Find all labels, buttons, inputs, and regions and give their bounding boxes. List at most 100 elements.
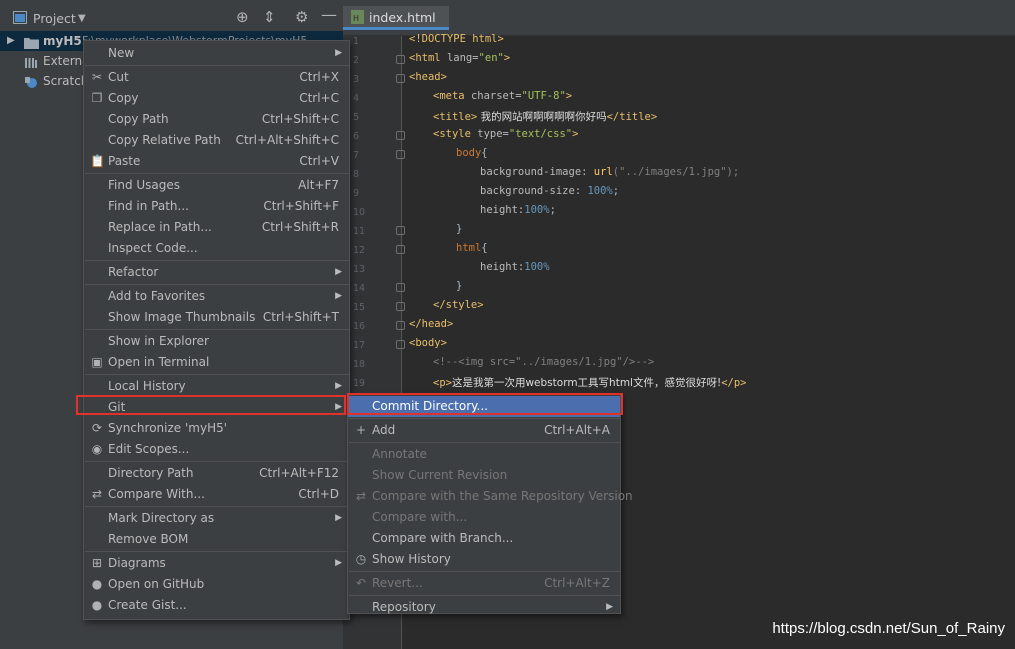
github-icon: ●	[91, 577, 103, 591]
menu-item-label: Show in Explorer	[108, 334, 209, 348]
code-token: }	[456, 223, 463, 235]
menu-item-add[interactable]: + Add Ctrl+Alt+A	[348, 420, 620, 441]
collapse-all-icon[interactable]: ⇕	[263, 10, 276, 25]
fold-marker-icon[interactable]	[396, 150, 405, 159]
fold-marker-icon[interactable]	[396, 340, 405, 349]
menu-item-find-usages[interactable]: Find Usages Alt+F7	[84, 175, 349, 196]
code-line-18: <!--<img src="../images/1.jpg"/>-->	[433, 356, 654, 368]
code-line-12: html{	[456, 242, 488, 254]
menu-item-show-current-revision[interactable]: Show Current Revision	[348, 465, 620, 486]
tab-index-html[interactable]: H index.html	[343, 6, 449, 30]
menu-item-synchronize-myh5[interactable]: ⟳ Synchronize 'myH5'	[84, 418, 349, 439]
submenu-arrow-icon: ▶	[335, 267, 342, 277]
menu-item-repository[interactable]: Repository ▶	[348, 597, 620, 618]
menu-item-paste[interactable]: 📋 Paste Ctrl+V	[84, 151, 349, 172]
menu-item-show-in-explorer[interactable]: Show in Explorer	[84, 331, 349, 352]
menu-item-compare-with[interactable]: ⇄ Compare With... Ctrl+D	[84, 484, 349, 505]
fold-marker-icon[interactable]	[396, 321, 405, 330]
scratch-icon	[24, 75, 38, 95]
code-token: <title>	[433, 111, 478, 123]
fold-marker-icon[interactable]	[396, 283, 405, 292]
code-token: 我的网站啊啊啊啊啊你好吗	[477, 111, 607, 123]
menu-item-cut[interactable]: ✂ Cut Ctrl+X	[84, 67, 349, 88]
menu-separator	[85, 65, 350, 66]
expand-arrow-icon[interactable]: ▶	[7, 31, 15, 51]
code-token: <html	[409, 52, 447, 64]
menu-item-new[interactable]: New ▶	[84, 43, 349, 64]
line-number: 16	[353, 321, 366, 332]
compare-icon: ⇄	[91, 487, 103, 501]
line-number: 4	[353, 93, 360, 104]
menu-item-open-on-github[interactable]: ● Open on GitHub	[84, 574, 349, 595]
menu-item-mark-directory-as[interactable]: Mark Directory as ▶	[84, 508, 349, 529]
menu-item-shortcut: Ctrl+Alt+Shift+C	[235, 133, 339, 147]
menu-item-local-history[interactable]: Local History ▶	[84, 376, 349, 397]
fold-marker-icon[interactable]	[396, 302, 405, 311]
menu-item-revert[interactable]: ↶ Revert... Ctrl+Alt+Z	[348, 573, 620, 594]
menu-item-create-gist[interactable]: ● Create Gist...	[84, 595, 349, 616]
code-token: background-image:	[480, 166, 594, 178]
locate-target-icon[interactable]: ⊕	[236, 10, 249, 25]
project-view-title[interactable]: Project	[33, 11, 76, 26]
menu-item-remove-bom[interactable]: Remove BOM	[84, 529, 349, 550]
menu-item-label: Git	[108, 400, 126, 414]
code-token: "text/css"	[508, 128, 573, 140]
menu-separator	[85, 329, 350, 330]
menu-item-shortcut: Ctrl+Shift+C	[261, 112, 339, 126]
menu-item-label: Copy Relative Path	[108, 133, 221, 147]
menu-item-find-in-path[interactable]: Find in Path... Ctrl+Shift+F	[84, 196, 349, 217]
project-view-icon[interactable]	[13, 11, 27, 27]
menu-item-copy[interactable]: ❐ Copy Ctrl+C	[84, 88, 349, 109]
minimize-icon[interactable]: —	[321, 7, 337, 23]
code-token: </style>	[433, 299, 484, 311]
menu-separator	[85, 374, 350, 375]
menu-item-shortcut: Ctrl+Shift+R	[261, 220, 339, 234]
code-line-4: <meta charset="UTF-8">	[433, 90, 572, 102]
menu-item-shortcut: Ctrl+V	[299, 154, 339, 168]
fold-marker-icon[interactable]	[396, 55, 405, 64]
code-token: <!DOCTYPE html>	[409, 33, 504, 45]
fold-marker-icon[interactable]	[396, 131, 405, 140]
code-token: charset=	[470, 90, 522, 102]
submenu-arrow-icon: ▶	[606, 602, 613, 612]
line-number: 14	[353, 283, 366, 294]
menu-item-copy-path[interactable]: Copy Path Ctrl+Shift+C	[84, 109, 349, 130]
menu-item-label: Diagrams	[108, 556, 166, 570]
code-token: type=	[477, 128, 509, 140]
menu-item-compare-with-branch[interactable]: Compare with Branch...	[348, 528, 620, 549]
menu-item-commit-directory[interactable]: Commit Directory...	[348, 396, 620, 417]
dropdown-arrow-icon[interactable]: ▼	[78, 12, 86, 26]
menu-item-compare-with-the-same-repository-version[interactable]: ⇄ Compare with the Same Repository Versio…	[348, 486, 633, 507]
menu-item-git[interactable]: Git ▶	[84, 397, 349, 418]
fold-marker-icon[interactable]	[396, 245, 405, 254]
clipboard-icon: 📋	[90, 154, 105, 168]
menu-item-label: Create Gist...	[108, 598, 187, 612]
menu-item-refactor[interactable]: Refactor ▶	[84, 262, 349, 283]
line-number: 6	[353, 131, 360, 142]
menu-item-label: Mark Directory as	[108, 511, 215, 525]
menu-item-label: Show History	[372, 552, 451, 566]
menu-item-label: Open on GitHub	[108, 577, 205, 591]
menu-item-add-to-favorites[interactable]: Add to Favorites ▶	[84, 286, 349, 307]
menu-item-diagrams[interactable]: ⊞ Diagrams ▶	[84, 553, 349, 574]
code-token: <head>	[409, 71, 447, 83]
gear-icon[interactable]: ⚙	[295, 10, 308, 25]
menu-item-label: Replace in Path...	[108, 220, 212, 234]
code-token: </title>	[606, 111, 658, 123]
menu-item-show-image-thumbnails[interactable]: Show Image Thumbnails Ctrl+Shift+T	[84, 307, 349, 328]
menu-item-inspect-code[interactable]: Inspect Code...	[84, 238, 349, 259]
fold-marker-icon[interactable]	[396, 226, 405, 235]
menu-item-copy-relative-path[interactable]: Copy Relative Path Ctrl+Alt+Shift+C	[84, 130, 349, 151]
line-number: 11	[353, 226, 366, 237]
menu-item-open-in-terminal[interactable]: ▣ Open in Terminal	[84, 352, 349, 373]
menu-item-directory-path[interactable]: Directory Path Ctrl+Alt+F12	[84, 463, 349, 484]
menu-separator	[85, 260, 350, 261]
menu-item-annotate[interactable]: Annotate	[348, 444, 620, 465]
menu-item-replace-in-path[interactable]: Replace in Path... Ctrl+Shift+R	[84, 217, 349, 238]
menu-item-compare-with[interactable]: Compare with...	[348, 507, 620, 528]
menu-item-show-history[interactable]: ◷ Show History	[348, 549, 620, 570]
fold-marker-icon[interactable]	[396, 74, 405, 83]
code-line-2: <html lang="en">	[409, 52, 510, 64]
menu-item-edit-scopes[interactable]: ◉ Edit Scopes...	[84, 439, 349, 460]
menu-item-shortcut: Ctrl+Alt+A	[544, 423, 610, 437]
